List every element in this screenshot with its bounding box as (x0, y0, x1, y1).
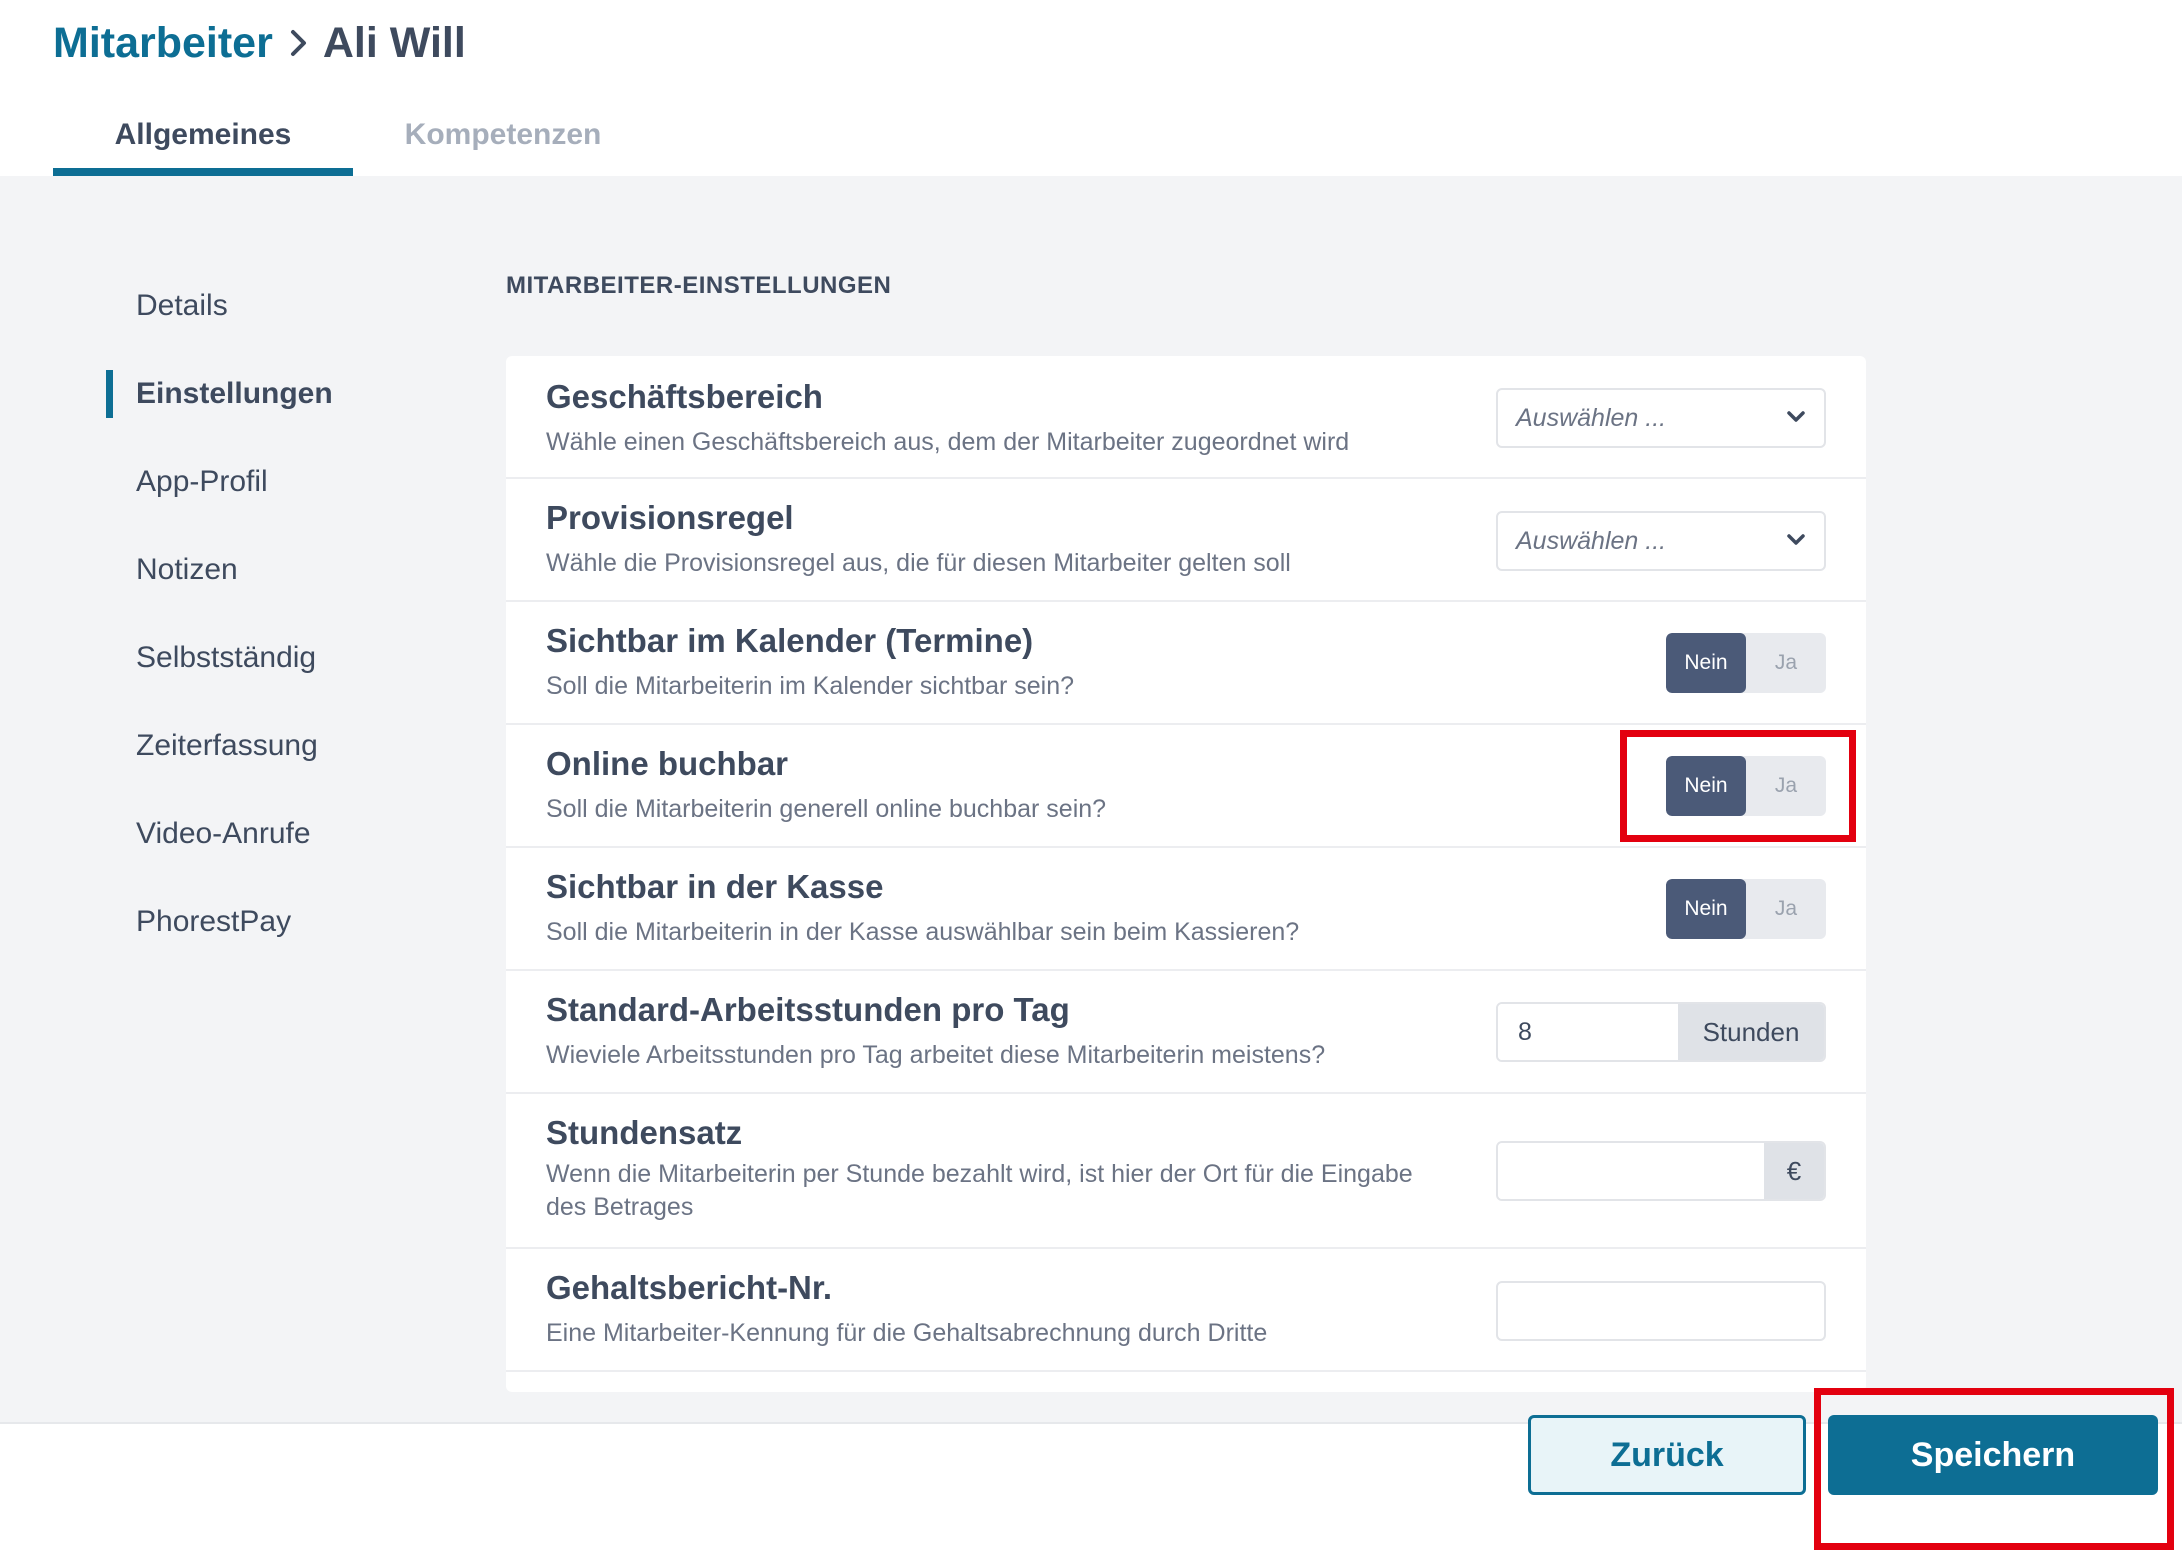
setting-title: Gehaltsbericht-Nr. (546, 1269, 833, 1306)
payroll-id-input[interactable] (1496, 1281, 1826, 1341)
setting-description: Wieviele Arbeitsstunden pro Tag arbeitet… (546, 1041, 1326, 1069)
online-bookable-toggle: Nein Ja (1666, 756, 1826, 816)
top-bar: Mitarbeiter Ali Will Allgemeines Kompete… (0, 0, 2182, 176)
currency-addon: € (1764, 1143, 1824, 1199)
sidebar-item-details[interactable]: Details (106, 262, 466, 350)
sidebar-item-label: Selbstständig (136, 641, 317, 674)
sidebar-item-label: App-Profil (136, 465, 268, 498)
toggle-option-nein[interactable]: Nein (1666, 756, 1746, 816)
chevron-down-icon (1786, 410, 1806, 429)
toggle-option-ja[interactable]: Ja (1746, 879, 1826, 939)
sidebar-item-notizen[interactable]: Notizen (106, 526, 466, 614)
sidebar-item-label: Notizen (136, 553, 238, 586)
setting-row-business-area: Geschäftsbereich Wähle einen Geschäftsbe… (506, 356, 1866, 479)
select-placeholder: Auswählen ... (1516, 526, 1667, 555)
setting-row-hourly-rate: Stundensatz Wenn die Mitarbeiterin per S… (506, 1094, 1866, 1249)
section-title: MITARBEITER-EINSTELLUNGEN (506, 272, 892, 299)
toggle-option-ja[interactable]: Ja (1746, 756, 1826, 816)
save-button[interactable]: Speichern (1828, 1415, 2158, 1495)
setting-title: Geschäftsbereich (546, 378, 823, 415)
sidebar-item-phorestpay[interactable]: PhorestPay (106, 878, 466, 966)
tab-allgemeines[interactable]: Allgemeines (53, 108, 353, 176)
setting-row-default-hours: Standard-Arbeitsstunden pro Tag Wieviele… (506, 971, 1866, 1094)
chevron-down-icon (1786, 533, 1806, 552)
setting-row-till-visible: Sichtbar in der Kasse Soll die Mitarbeit… (506, 848, 1866, 971)
till-visible-toggle: Nein Ja (1666, 879, 1826, 939)
breadcrumb-link-employees[interactable]: Mitarbeiter (53, 19, 273, 68)
setting-title: Provisionsregel (546, 499, 794, 536)
setting-description: Eine Mitarbeiter-Kennung für die Gehalts… (546, 1319, 1268, 1347)
commission-rule-select[interactable]: Auswählen ... (1496, 511, 1826, 571)
setting-row-commission-rule: Provisionsregel Wähle die Provisionsrege… (506, 479, 1866, 602)
setting-title: Stundensatz (546, 1114, 743, 1151)
sidebar-item-label: PhorestPay (136, 905, 292, 938)
back-button[interactable]: Zurück (1528, 1415, 1806, 1495)
default-hours-input-group: Stunden (1496, 1002, 1826, 1062)
toggle-option-ja[interactable]: Ja (1746, 633, 1826, 693)
setting-description: Wähle einen Geschäftsbereich aus, dem de… (546, 428, 1350, 456)
settings-sidebar: Details Einstellungen App-Profil Notizen… (106, 262, 466, 966)
toggle-option-nein[interactable]: Nein (1666, 879, 1746, 939)
business-area-select[interactable]: Auswählen ... (1496, 388, 1826, 448)
setting-title: Sichtbar im Kalender (Termine) (546, 622, 1034, 659)
setting-row-payroll-id: Gehaltsbericht-Nr. Eine Mitarbeiter-Kenn… (506, 1249, 1866, 1372)
setting-description: Soll die Mitarbeiterin im Kalender sicht… (546, 672, 1075, 700)
hourly-rate-input[interactable] (1498, 1143, 1764, 1199)
setting-description: Wenn die Mitarbeiterin per Stunde bezahl… (546, 1160, 1413, 1221)
sidebar-item-label: Video-Anrufe (136, 817, 311, 850)
settings-card: Geschäftsbereich Wähle einen Geschäftsbe… (506, 356, 1866, 1392)
setting-description: Wähle die Provisionsregel aus, die für d… (546, 549, 1291, 577)
setting-title: Sichtbar in der Kasse (546, 868, 884, 905)
default-hours-input[interactable] (1498, 1004, 1678, 1060)
sidebar-item-selbststaendig[interactable]: Selbstständig (106, 614, 466, 702)
sidebar-item-video-anrufe[interactable]: Video-Anrufe (106, 790, 466, 878)
setting-title: Standard-Arbeitsstunden pro Tag (546, 991, 1070, 1028)
hours-unit-addon: Stunden (1678, 1004, 1824, 1060)
breadcrumb: Mitarbeiter Ali Will (53, 16, 466, 70)
sidebar-item-app-profil[interactable]: App-Profil (106, 438, 466, 526)
chevron-right-icon (289, 28, 309, 58)
calendar-visible-toggle: Nein Ja (1666, 633, 1826, 693)
sidebar-item-label: Zeiterfassung (136, 729, 318, 762)
active-indicator (106, 370, 113, 418)
setting-description: Soll die Mitarbeiterin in der Kasse ausw… (546, 918, 1300, 946)
setting-title: Online buchbar (546, 745, 789, 782)
hourly-rate-input-group: € (1496, 1141, 1826, 1201)
sidebar-item-label: Einstellungen (136, 377, 333, 410)
toggle-option-nein[interactable]: Nein (1666, 633, 1746, 693)
page-title: Ali Will (322, 18, 466, 67)
setting-row-online-bookable: Online buchbar Soll die Mitarbeiterin ge… (506, 725, 1866, 848)
sidebar-item-einstellungen[interactable]: Einstellungen (106, 350, 466, 438)
tab-kompetenzen[interactable]: Kompetenzen (353, 108, 653, 176)
sidebar-item-zeiterfassung[interactable]: Zeiterfassung (106, 702, 466, 790)
setting-description: Soll die Mitarbeiterin generell online b… (546, 795, 1107, 823)
sidebar-item-label: Details (136, 289, 228, 322)
tab-bar: Allgemeines Kompetenzen (53, 108, 653, 176)
setting-row-calendar-visible: Sichtbar im Kalender (Termine) Soll die … (506, 602, 1866, 725)
select-placeholder: Auswählen ... (1516, 403, 1667, 432)
